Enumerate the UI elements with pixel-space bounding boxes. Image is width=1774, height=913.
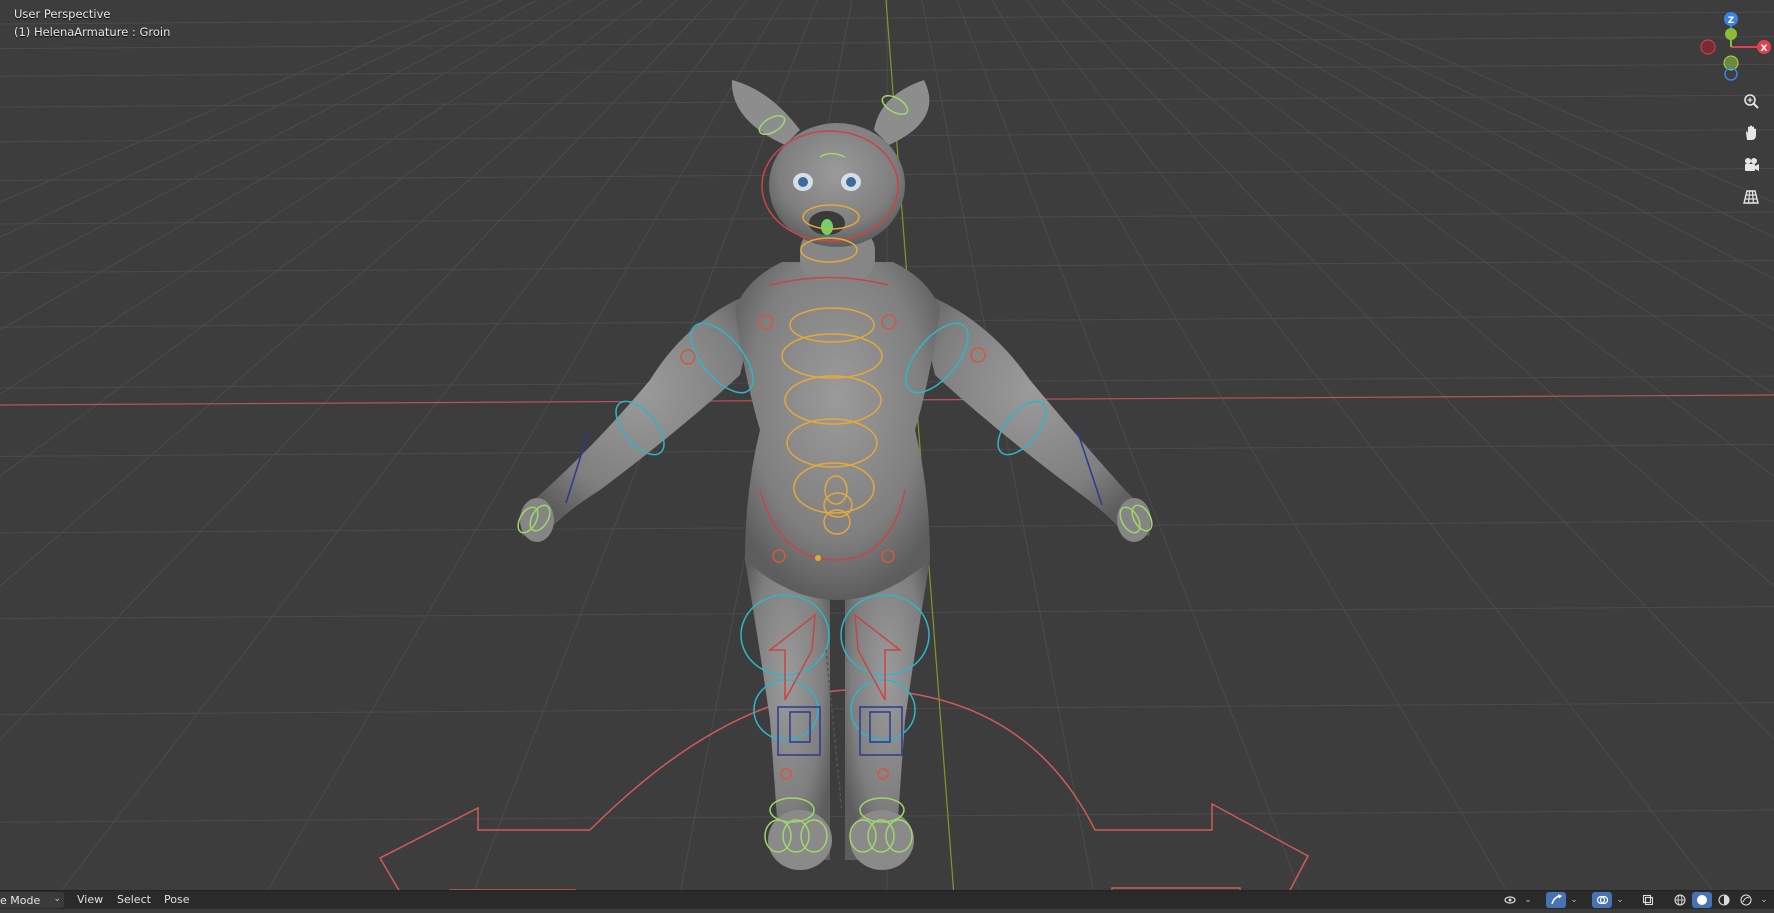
viewport-canvas: [0, 0, 1774, 910]
gizmo-y-axis[interactable]: [1725, 28, 1737, 40]
menu-select[interactable]: Select: [112, 892, 156, 908]
groin-bone-origin[interactable]: [815, 555, 821, 561]
chevron-down-icon: ⌄: [53, 894, 61, 904]
solid-shading-icon[interactable]: [1692, 892, 1712, 908]
viewport-info-overlay: User Perspective (1) HelenaArmature : Gr…: [14, 5, 170, 41]
chevron-down-icon[interactable]: ⌄: [1568, 892, 1580, 908]
menu-view[interactable]: View: [72, 892, 108, 908]
xray-toggle-icon[interactable]: [1638, 892, 1658, 908]
grid-view-icon[interactable]: [1738, 184, 1764, 210]
overlays-toggle-icon[interactable]: [1592, 892, 1612, 908]
mode-dropdown[interactable]: e Mode ⌄: [0, 892, 64, 908]
menu-pose[interactable]: Pose: [159, 892, 194, 908]
viewport-shading-tools: ⌄ ⌄ ⌄ ⌄: [1500, 892, 1770, 908]
gizmo-neg-x-axis[interactable]: [1700, 39, 1716, 55]
chevron-down-icon[interactable]: ⌄: [1522, 892, 1534, 908]
camera-icon[interactable]: [1738, 152, 1764, 178]
wireframe-shading-icon[interactable]: [1670, 892, 1690, 908]
hand-pan-icon[interactable]: [1738, 120, 1764, 146]
visibility-eye-icon[interactable]: [1500, 892, 1520, 908]
viewport-navigation: [1738, 88, 1764, 210]
gizmo-x-label: X: [1761, 44, 1768, 54]
material-preview-icon[interactable]: [1714, 892, 1734, 908]
3d-viewport[interactable]: [0, 0, 1774, 910]
rendered-shading-icon[interactable]: [1736, 892, 1756, 908]
active-object-label: (1) HelenaArmature : Groin: [14, 25, 171, 39]
gizmo-toggle-icon[interactable]: [1546, 892, 1566, 908]
mode-label: e Mode: [0, 893, 41, 907]
zoom-icon[interactable]: [1738, 88, 1764, 114]
chevron-down-icon[interactable]: ⌄: [1758, 892, 1770, 908]
viewport-header-bar: e Mode ⌄ View Select Pose ⌄ ⌄ ⌄ ⌄: [0, 890, 1774, 909]
view-name: User Perspective: [14, 7, 111, 21]
navigation-gizmo[interactable]: Z X: [1684, 6, 1774, 86]
chevron-down-icon[interactable]: ⌄: [1614, 892, 1626, 908]
gizmo-z-label: Z: [1728, 16, 1735, 26]
